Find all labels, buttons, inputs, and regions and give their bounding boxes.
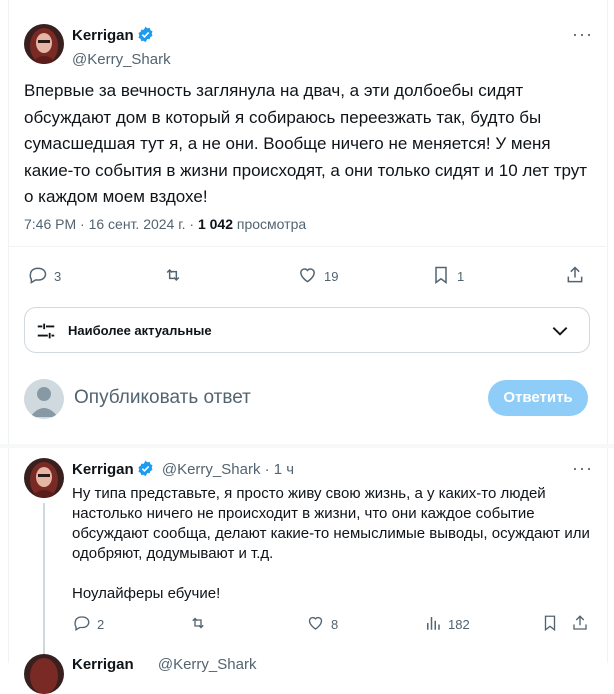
reply-icon: [28, 265, 54, 288]
reply-author-name[interactable]: Kerrigan: [72, 461, 134, 478]
more-options-icon[interactable]: ···: [572, 24, 593, 45]
reply-button[interactable]: Ответить: [488, 380, 588, 416]
reply-like-action[interactable]: 8: [306, 614, 338, 635]
views-label: просмотра: [233, 216, 307, 232]
reply-author-handle[interactable]: @Kerry_Shark: [162, 461, 261, 478]
bookmark-icon: [541, 614, 565, 635]
retweet-icon: [188, 614, 214, 635]
bookmark-icon: [431, 265, 457, 288]
share-action[interactable]: [565, 265, 591, 288]
reply-views-count: 182: [448, 617, 470, 632]
verified-badge-icon: [137, 460, 154, 481]
reply-more-options-icon[interactable]: ···: [572, 458, 593, 479]
next-author-avatar[interactable]: [24, 654, 64, 694]
heart-icon: [297, 265, 324, 288]
divider: [8, 246, 606, 247]
retweet-action[interactable]: [162, 265, 190, 288]
reply-paragraph: Ноулайферы ебучие!: [72, 585, 221, 602]
share-icon: [571, 614, 595, 635]
reply-input[interactable]: Опубликовать ответ: [74, 387, 251, 409]
reply-bookmark-action[interactable]: [541, 614, 565, 635]
share-icon: [565, 265, 591, 288]
reply-views-action[interactable]: 182: [424, 614, 470, 635]
analytics-icon: [424, 614, 448, 635]
bookmark-action[interactable]: 1: [431, 265, 464, 288]
reply-action[interactable]: 3: [28, 265, 61, 288]
author-name[interactable]: Kerrigan: [72, 27, 134, 44]
reply-time[interactable]: · 1 ч: [260, 461, 295, 478]
views-count: 1 042: [197, 216, 234, 232]
reply-like-count: 8: [331, 617, 339, 632]
verified-badge-icon: [137, 26, 154, 48]
sliders-icon: [35, 320, 57, 347]
retweet-icon: [162, 265, 190, 288]
reply-paragraph: Ну типа представьте, я просто живу свою …: [72, 485, 590, 562]
user-avatar[interactable]: [24, 379, 64, 419]
chevron-down-icon: [549, 321, 571, 346]
author-avatar[interactable]: [24, 24, 64, 64]
reply-author-avatar[interactable]: [24, 458, 64, 498]
reply-reply-action[interactable]: 2: [73, 614, 104, 635]
heart-icon: [306, 614, 331, 635]
sort-replies-dropdown[interactable]: Наиболее актуальные: [24, 307, 590, 353]
section-divider: [0, 444, 614, 448]
author-info: Kerrigan @Kerry_Shark: [72, 26, 171, 68]
like-action[interactable]: 19: [297, 265, 338, 288]
tweet-text: Впервые за вечность заглянула на двач, а…: [24, 81, 588, 206]
reply-count: 3: [54, 269, 62, 284]
like-count: 19: [324, 269, 339, 284]
tweet-meta: 7:46 PM · 16 сент. 2024 г. · 1 042 просм…: [24, 216, 306, 232]
next-author-name[interactable]: Kerrigan: [72, 656, 134, 673]
author-handle[interactable]: @Kerry_Shark: [72, 51, 171, 68]
sort-label: Наиболее актуальные: [68, 323, 212, 338]
next-author-info: Kerrigan @Kerry_Shark: [72, 656, 256, 673]
thread-line: [43, 503, 45, 663]
reply-text: Ну типа представьте, я просто живу свою …: [72, 484, 592, 604]
reply-reply-count: 2: [97, 617, 105, 632]
reply-author-info: Kerrigan @Kerry_Shark · 1 ч: [72, 460, 294, 481]
reply-retweet-action[interactable]: [188, 614, 214, 635]
next-author-handle[interactable]: @Kerry_Shark: [158, 656, 257, 673]
bookmark-count: 1: [457, 269, 465, 284]
reply-icon: [73, 614, 97, 635]
reply-share-action[interactable]: [571, 614, 595, 635]
tweet-timestamp[interactable]: 7:46 PM · 16 сент. 2024 г. ·: [24, 216, 198, 232]
